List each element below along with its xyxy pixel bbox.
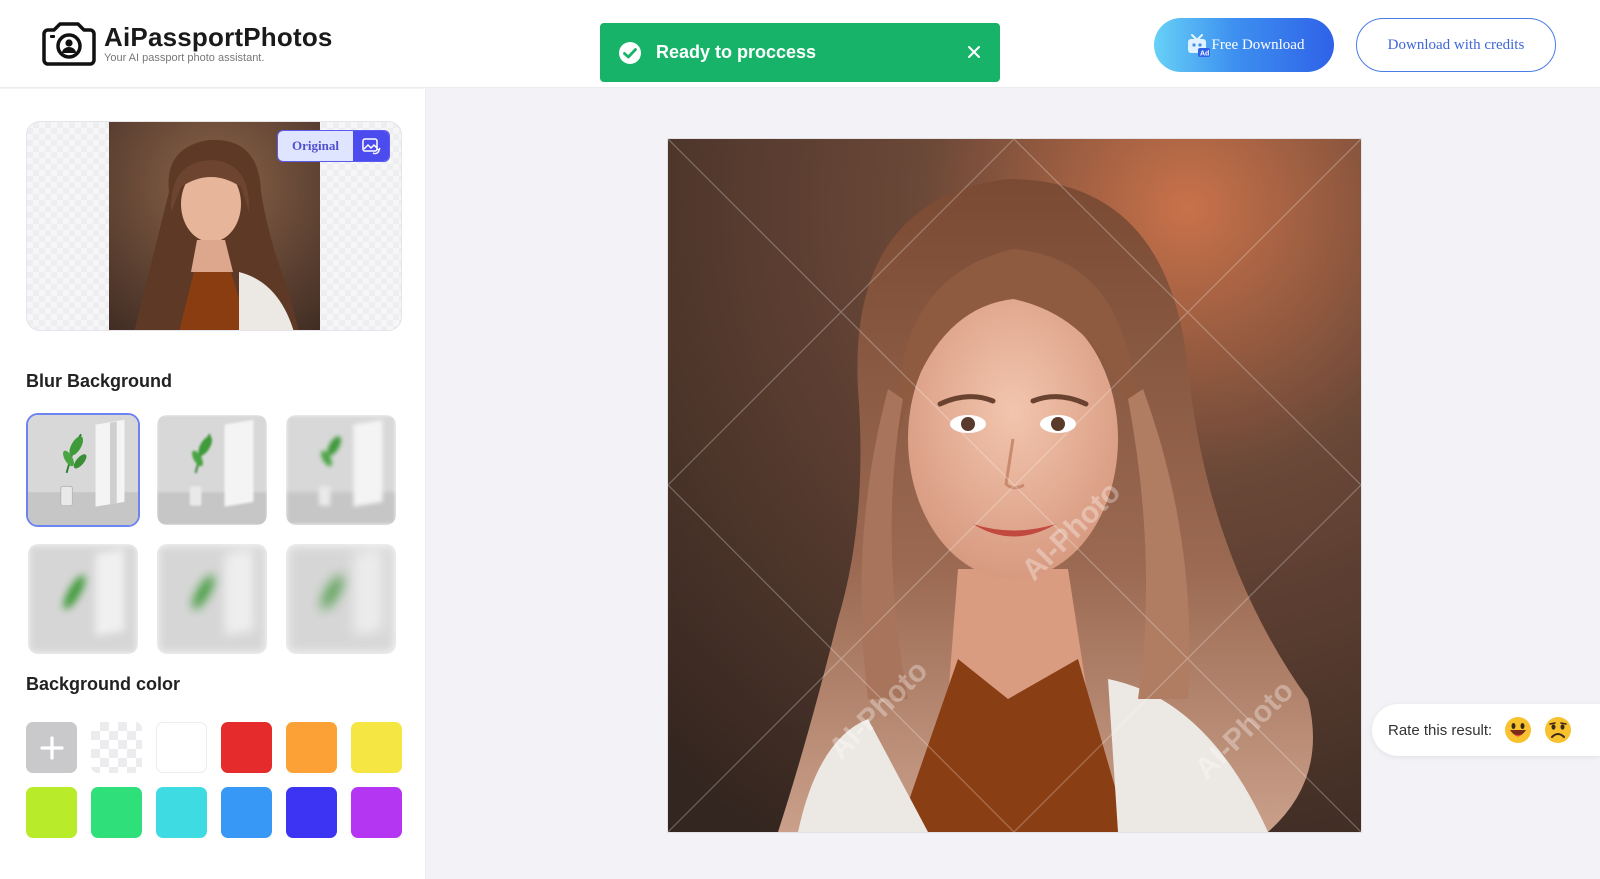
- blur-option-5[interactable]: [155, 542, 269, 656]
- logo-subtitle: Your AI passport photo assistant.: [104, 52, 265, 64]
- original-preview-card: Original: [26, 121, 402, 331]
- original-label: Original: [278, 131, 353, 161]
- status-toast: Ready to proccess: [600, 23, 1000, 82]
- free-download-button[interactable]: Ad Free Download: [1154, 18, 1334, 72]
- blur-option-2[interactable]: [155, 413, 269, 527]
- swatch-blue[interactable]: [221, 787, 272, 838]
- blur-preview-image: [28, 415, 138, 525]
- swatch-purple[interactable]: [351, 787, 402, 838]
- swatch-indigo[interactable]: [286, 787, 337, 838]
- blur-preview-image: [286, 415, 396, 525]
- rate-result-widget: Rate this result:: [1372, 704, 1600, 756]
- blur-preview-image: [157, 544, 267, 654]
- top-header: AiPassportPhotos Your AI passport photo …: [0, 0, 1600, 88]
- swatch-white[interactable]: [156, 722, 207, 773]
- happy-emoji-icon[interactable]: [1504, 716, 1532, 744]
- swatch-lime[interactable]: [26, 787, 77, 838]
- camera-logo-icon: [42, 22, 96, 66]
- sad-emoji-icon[interactable]: [1544, 716, 1572, 744]
- check-circle-icon: [619, 41, 641, 64]
- swatch-red[interactable]: [221, 722, 272, 773]
- processed-photo: AI-Photo AI-Photo AI-Photo: [668, 139, 1361, 832]
- add-color-button[interactable]: [26, 722, 77, 773]
- editor-sidebar: Original Blur Background Background colo…: [0, 89, 426, 879]
- color-swatches: [26, 722, 402, 838]
- compare-image-button[interactable]: [352, 131, 389, 161]
- blur-background-title: Blur Background: [26, 371, 173, 391]
- tv-ad-icon: Ad: [1187, 34, 1210, 58]
- download-credits-label: Download with credits: [1387, 36, 1525, 53]
- blur-option-1[interactable]: [26, 413, 140, 527]
- blur-preview-image: [28, 544, 138, 654]
- swatch-green[interactable]: [91, 787, 142, 838]
- download-with-credits-button[interactable]: Download with credits: [1356, 18, 1556, 72]
- blur-option-4[interactable]: [26, 542, 140, 656]
- close-icon[interactable]: [964, 42, 984, 62]
- plus-icon: [39, 735, 64, 760]
- swatch-yellow[interactable]: [351, 722, 402, 773]
- background-color-title: Background color: [26, 674, 181, 694]
- logo-title: AiPassportPhotos: [104, 22, 333, 52]
- original-toggle[interactable]: Original: [277, 130, 390, 162]
- blur-option-3[interactable]: [284, 413, 398, 527]
- blur-options: [26, 413, 402, 656]
- svg-text:Ad: Ad: [1200, 51, 1209, 58]
- swatch-orange[interactable]: [286, 722, 337, 773]
- rate-label: Rate this result:: [1388, 721, 1493, 739]
- toast-message: Ready to proccess: [656, 42, 817, 62]
- image-swap-icon: [362, 138, 381, 155]
- swatch-transparent[interactable]: [91, 722, 142, 773]
- logo[interactable]: AiPassportPhotos Your AI passport photo …: [42, 22, 333, 66]
- blur-preview-image: [157, 415, 267, 525]
- blur-preview-image: [286, 544, 396, 654]
- swatch-cyan[interactable]: [156, 787, 207, 838]
- free-download-label: Free Download: [1211, 36, 1305, 53]
- blur-option-6[interactable]: [284, 542, 398, 656]
